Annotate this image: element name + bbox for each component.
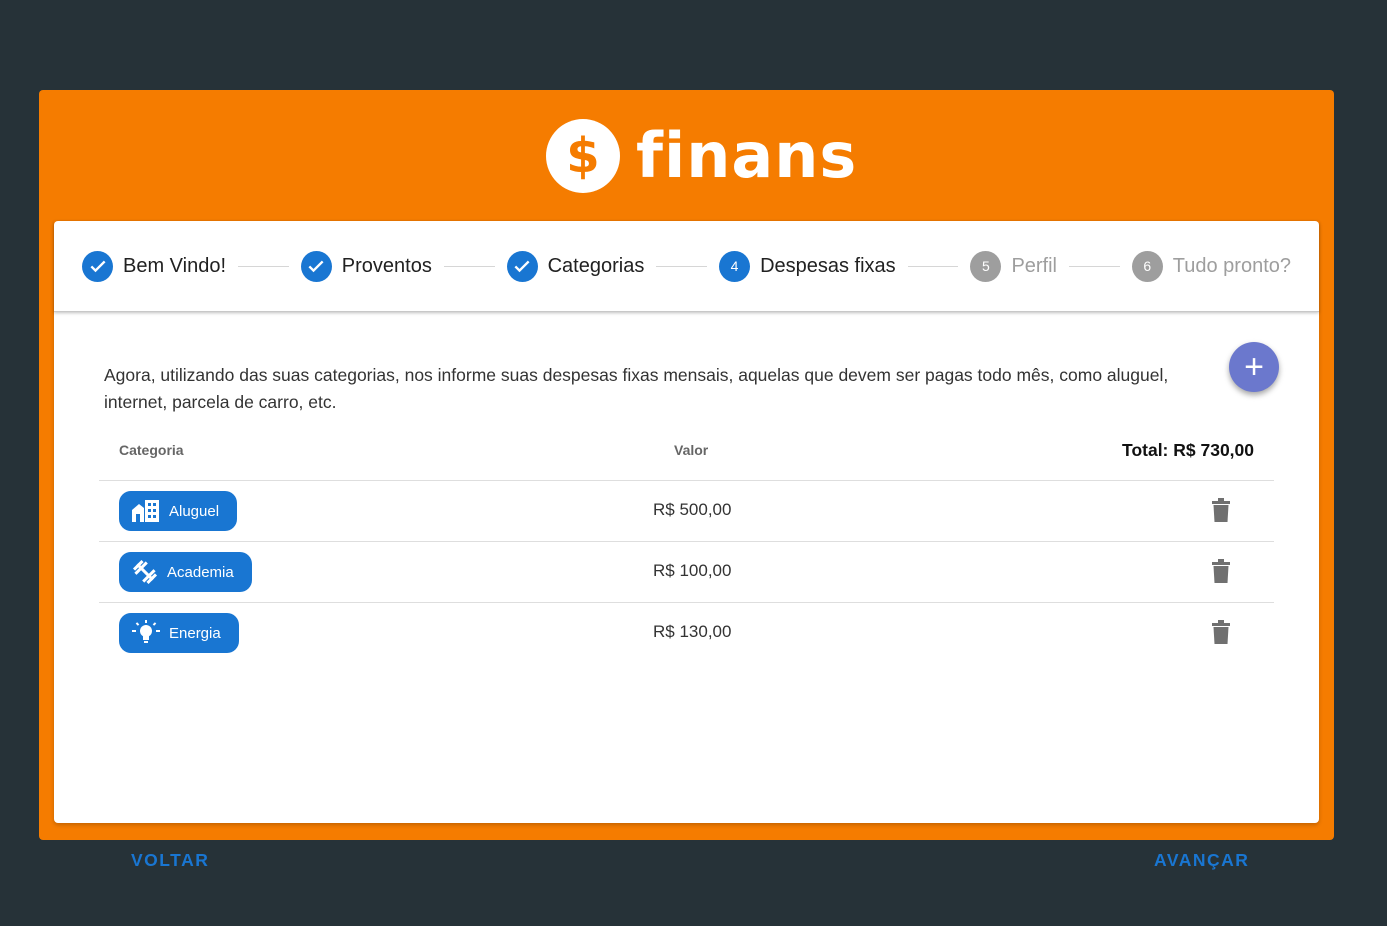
header-value: Valor bbox=[674, 442, 709, 458]
category-chip-academia[interactable]: Academia bbox=[119, 552, 252, 592]
check-icon bbox=[300, 250, 332, 282]
step-bem-vindo[interactable]: Bem Vindo! bbox=[82, 250, 227, 282]
delete-icon[interactable] bbox=[1212, 498, 1230, 522]
category-chip-energia[interactable]: Energia bbox=[119, 613, 239, 653]
step-connector bbox=[1069, 265, 1120, 267]
logo-text: finans bbox=[636, 119, 858, 192]
step-label: Bem Vindo! bbox=[123, 254, 227, 277]
building-icon bbox=[132, 500, 159, 522]
intro-text: Agora, utilizando das suas categorias, n… bbox=[104, 365, 1169, 412]
step-label: Proventos bbox=[341, 254, 432, 277]
table-header: Categoria Valor Total: R$ 730,00 bbox=[99, 420, 1274, 481]
step-number: 5 bbox=[970, 250, 1002, 282]
chip-label: Energia bbox=[169, 624, 221, 642]
step-tudo-pronto[interactable]: 6 Tudo pronto? bbox=[1131, 250, 1291, 282]
expense-value: R$ 100,00 bbox=[653, 561, 732, 580]
dollar-icon: $ bbox=[546, 119, 620, 193]
table-row: Aluguel R$ 500,00 bbox=[99, 481, 1274, 542]
step-categorias[interactable]: Categorias bbox=[506, 250, 645, 282]
check-icon bbox=[506, 250, 538, 282]
wizard-card: Bem Vindo! Proventos Categorias 4 Despes… bbox=[54, 221, 1319, 870]
step-connector bbox=[656, 265, 708, 267]
step-connector bbox=[907, 265, 959, 267]
step-despesas-fixas[interactable]: 4 Despesas fixas bbox=[719, 250, 896, 282]
plus-icon: + bbox=[1244, 348, 1264, 386]
check-icon bbox=[82, 250, 113, 282]
step-label: Despesas fixas bbox=[760, 254, 896, 277]
delete-icon[interactable] bbox=[1212, 620, 1230, 644]
step-proventos[interactable]: Proventos bbox=[300, 250, 432, 282]
table-row: Academia R$ 100,00 bbox=[99, 542, 1274, 603]
step-number: 6 bbox=[1131, 250, 1163, 282]
finans-logo: $ finans bbox=[546, 119, 858, 193]
lightbulb-icon bbox=[132, 620, 160, 643]
back-button[interactable]: VOLTAR bbox=[131, 850, 209, 871]
stepper: Bem Vindo! Proventos Categorias 4 Despes… bbox=[54, 221, 1319, 312]
step-connector bbox=[443, 265, 495, 267]
step-label: Categorias bbox=[547, 254, 645, 277]
app-frame: $ finans Bem Vindo! Proventos Categorias… bbox=[39, 90, 1334, 870]
category-chip-aluguel[interactable]: Aluguel bbox=[119, 491, 238, 531]
expense-value: R$ 500,00 bbox=[653, 500, 732, 519]
expense-value: R$ 130,00 bbox=[653, 622, 732, 641]
step-connector bbox=[238, 265, 289, 267]
chip-label: Academia bbox=[167, 563, 234, 581]
delete-icon[interactable] bbox=[1212, 559, 1230, 583]
total-label: Total: R$ 730,00 bbox=[1122, 439, 1254, 460]
step-perfil[interactable]: 5 Perfil bbox=[970, 250, 1058, 282]
step-label: Tudo pronto? bbox=[1172, 254, 1291, 277]
step-label: Perfil bbox=[1011, 254, 1058, 277]
step-number: 4 bbox=[719, 250, 751, 282]
add-expense-button[interactable]: + bbox=[1229, 342, 1279, 392]
chip-label: Aluguel bbox=[169, 502, 220, 520]
expenses-table: Categoria Valor Total: R$ 730,00 Aluguel… bbox=[99, 420, 1274, 663]
dumbbell-icon bbox=[132, 560, 158, 584]
header-category: Categoria bbox=[119, 442, 184, 458]
next-button[interactable]: AVANÇAR bbox=[1154, 850, 1249, 871]
table-row: Energia R$ 130,00 bbox=[99, 603, 1274, 663]
